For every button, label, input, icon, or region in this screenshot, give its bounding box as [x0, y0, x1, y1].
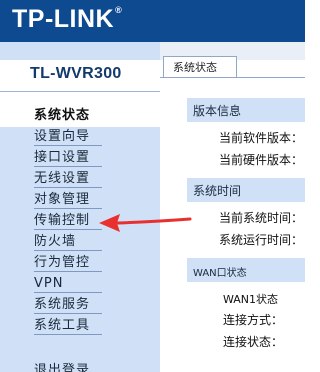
wan1-status-label: WAN1状态 [223, 293, 279, 306]
sidebar-item-label: 退出登录 [34, 362, 102, 372]
current-time-label: 当前系统时间： [219, 211, 304, 225]
sidebar-item-label: 传输控制 [34, 212, 102, 230]
sidebar-spacer [0, 337, 160, 361]
sidebar-item-label: 系统服务 [34, 296, 102, 314]
sidebar-item-system-tools[interactable]: 系统工具 [0, 316, 160, 337]
sidebar-item-system-status[interactable]: 系统状态 [0, 106, 160, 127]
connection-type-label: 连接方式： [223, 313, 284, 327]
registered-mark: ® [115, 5, 123, 15]
sidebar-item-label: 无线设置 [34, 170, 102, 188]
tab-system-status[interactable]: 系统状态 [163, 56, 237, 78]
sidebar-item-label: 系统状态 [34, 108, 91, 123]
sidebar-item-object-management[interactable]: 对象管理 [0, 190, 160, 211]
sidebar-item-behavior-control[interactable]: 行为管控 [0, 253, 160, 274]
tab-divider [160, 77, 305, 78]
uptime-label: 系统运行时间： [219, 233, 304, 247]
sidebar-menu: 系统状态 设置向导 接口设置 无线设置 对象管理 传输控制 防火墙 行为管控 V… [0, 106, 160, 372]
model-divider [0, 91, 160, 92]
sidebar-item-interface-settings[interactable]: 接口设置 [0, 148, 160, 169]
sidebar-item-logout[interactable]: 退出登录 [0, 361, 160, 372]
wan-section-title: WAN口状态 [187, 258, 305, 282]
sidebar-item-label: 接口设置 [34, 149, 102, 167]
time-section-title: 系统时间 [187, 178, 305, 202]
hardware-version-label: 当前硬件版本： [219, 153, 304, 167]
sidebar-item-system-services[interactable]: 系统服务 [0, 295, 160, 316]
sidebar-item-vpn[interactable]: VPN [0, 274, 160, 295]
version-section-title: 版本信息 [187, 98, 305, 122]
sidebar-item-label: 系统工具 [34, 317, 102, 335]
software-version-label: 当前软件版本： [219, 131, 304, 145]
sidebar-item-label: 对象管理 [34, 191, 102, 209]
header-banner: TP-LINK® [0, 0, 305, 42]
tp-link-logo[interactable]: TP-LINK® [12, 5, 122, 34]
sidebar-item-setup-wizard[interactable]: 设置向导 [0, 127, 160, 148]
logo-text: TP-LINK [12, 5, 115, 33]
sidebar-item-label: 行为管控 [34, 254, 102, 272]
status-content: 版本信息 当前软件版本： 当前硬件版本： 系统时间 当前系统时间： 系统运行时间… [187, 98, 305, 352]
connection-status-label: 连接状态： [223, 335, 284, 349]
sidebar-item-label: 防火墙 [34, 233, 102, 251]
sidebar-item-firewall[interactable]: 防火墙 [0, 232, 160, 253]
sidebar-item-label: 设置向导 [34, 128, 102, 146]
model-name: TL-WVR300 [30, 65, 122, 82]
sidebar-item-transmission-control[interactable]: 传输控制 [0, 211, 160, 232]
sidebar-item-label: VPN [34, 275, 102, 293]
sidebar-item-wireless-settings[interactable]: 无线设置 [0, 169, 160, 190]
